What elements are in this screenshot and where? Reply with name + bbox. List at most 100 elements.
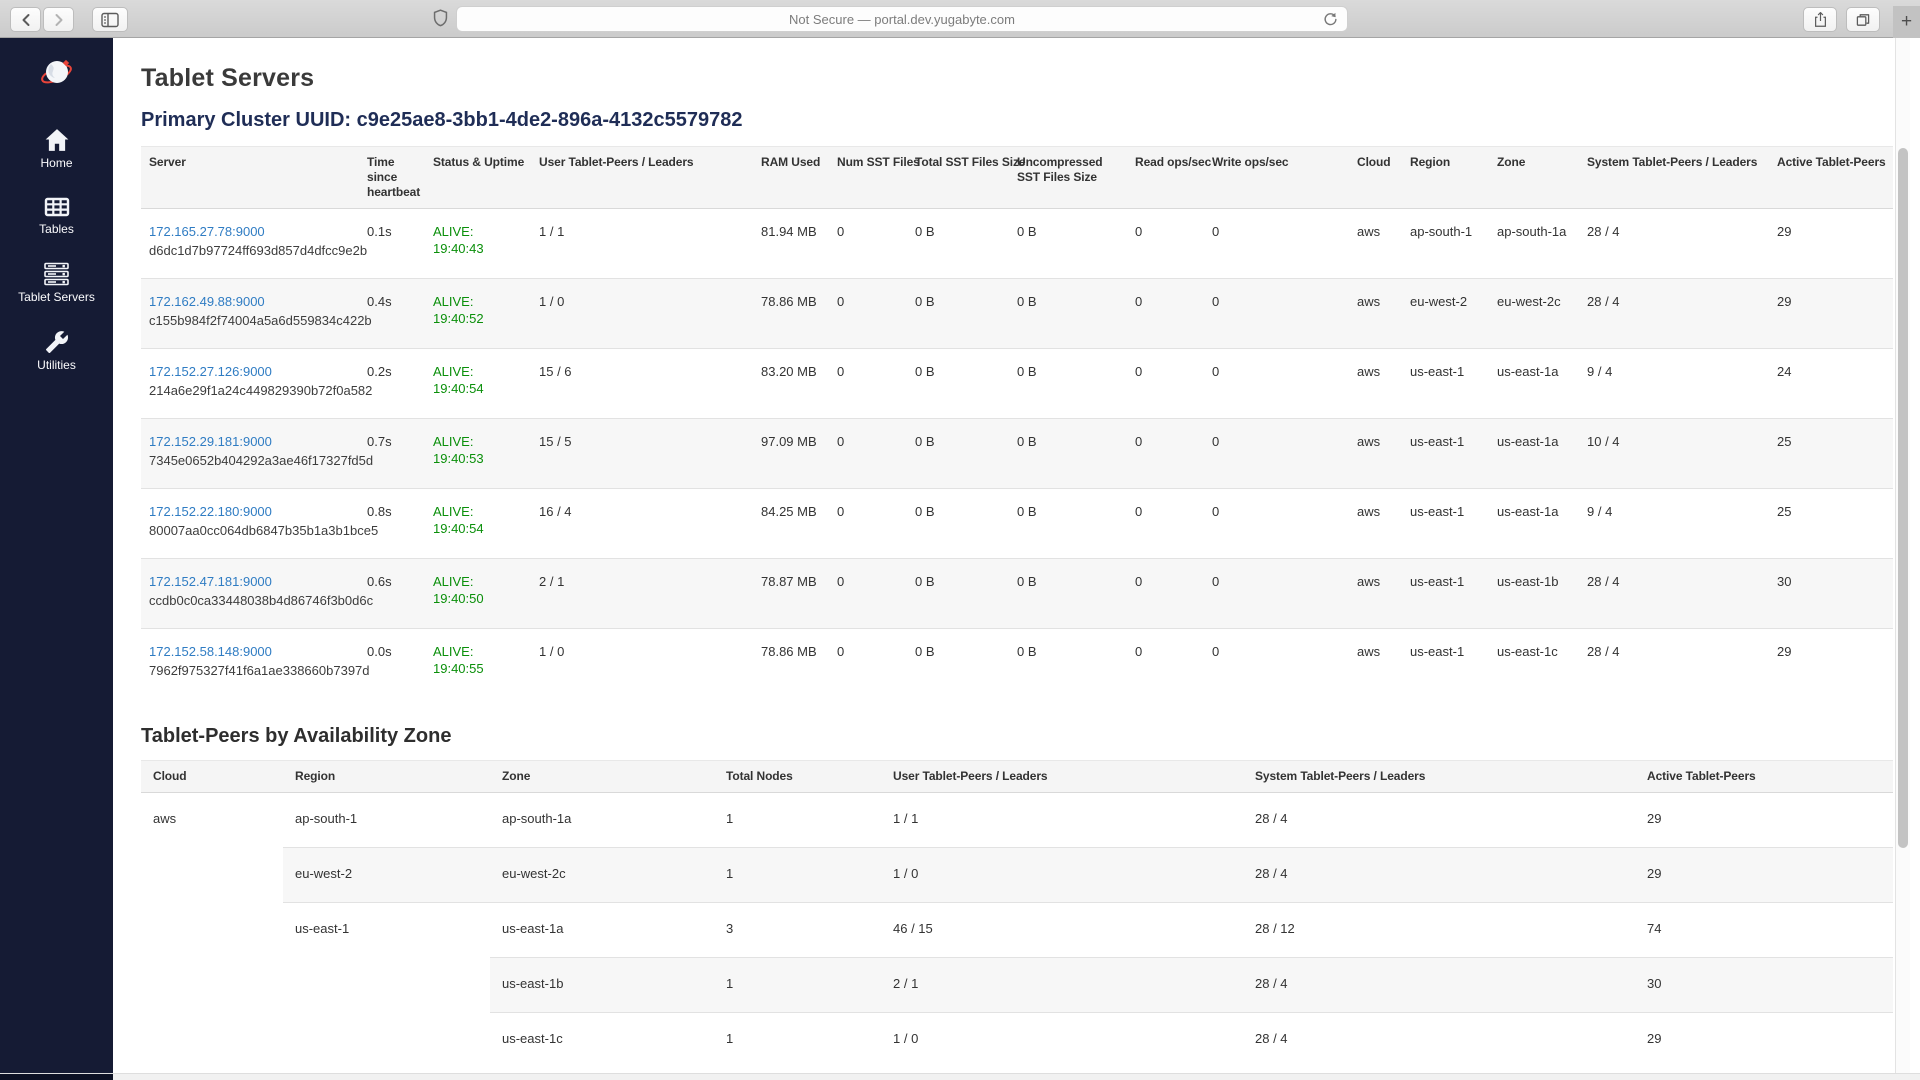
server-link[interactable]: 172.152.29.181:9000: [149, 434, 272, 449]
cluster-uuid-heading: Primary Cluster UUID: c9e25ae8-3bb1-4de2…: [141, 109, 1920, 132]
cell-num-sst: 0: [829, 349, 907, 419]
server-row: 172.152.47.181:9000 ccdb0c0ca33448038b4d8…: [141, 559, 1893, 629]
server-link[interactable]: 172.162.49.88:9000: [149, 294, 265, 309]
browser-toolbar: Not Secure — portal.dev.yugabyte.com +: [0, 0, 1920, 38]
column-header: RAM Used: [753, 147, 829, 209]
cell-zone: us-east-1a: [1489, 349, 1579, 419]
column-header: Cloud: [141, 760, 283, 792]
cell-active-tp: 29: [1635, 847, 1893, 902]
cell-ram: 78.87 MB: [753, 559, 829, 629]
cell-region: us-east-1: [1402, 349, 1489, 419]
server-uuid: ccdb0c0ca33448038b4d86746f3b0d6c: [149, 592, 351, 609]
cell-num-sst: 0: [829, 209, 907, 279]
server-link[interactable]: 172.152.47.181:9000: [149, 574, 272, 589]
server-link[interactable]: 172.152.58.148:9000: [149, 644, 272, 659]
cell-system-tp: 28 / 4: [1579, 209, 1769, 279]
browser-forward-button[interactable]: [43, 7, 74, 32]
cell-region: eu-west-2: [1402, 279, 1489, 349]
cell-uncompressed-sst: 0 B: [1009, 209, 1127, 279]
cell-cloud: aws: [1349, 629, 1402, 699]
cell-zone: us-east-1c: [1489, 629, 1579, 699]
cell-user-tp: 46 / 15: [881, 902, 1243, 957]
cell-total-nodes: 1: [714, 957, 881, 1012]
scrollbar-thumb[interactable]: [1898, 148, 1908, 848]
cell-ram: 81.94 MB: [753, 209, 829, 279]
column-header: System Tablet-Peers / Leaders: [1243, 760, 1635, 792]
server-link[interactable]: 172.165.27.78:9000: [149, 224, 265, 239]
cell-user-tp: 15 / 6: [531, 349, 753, 419]
tablet-servers-icon: [43, 262, 70, 286]
vertical-scrollbar[interactable]: [1895, 38, 1910, 1073]
cell-zone: us-east-1b: [1489, 559, 1579, 629]
cell-write-ops: 0: [1204, 489, 1349, 559]
cell-read-ops: 0: [1127, 419, 1204, 489]
column-header: Region: [283, 760, 490, 792]
cell-zone: eu-west-2c: [1489, 279, 1579, 349]
window-bottom-edge: [0, 1073, 1920, 1080]
column-header: Status & Uptime: [425, 147, 531, 209]
cell-active-tp: 29: [1635, 1012, 1893, 1067]
column-header: Active Tablet-Peers: [1769, 147, 1893, 209]
cell-region: eu-west-2: [283, 847, 490, 902]
cell-server: 172.162.49.88:9000c155b984f2f74004a5a6d5…: [141, 279, 359, 349]
cell-uncompressed-sst: 0 B: [1009, 629, 1127, 699]
address-bar[interactable]: Not Secure — portal.dev.yugabyte.com: [456, 6, 1348, 32]
cell-active-tp: 29: [1769, 209, 1893, 279]
chevron-right-icon: [53, 13, 65, 27]
az-table-header: CloudRegionZoneTotal NodesUser Tablet-Pe…: [141, 760, 1893, 792]
column-header: System Tablet-Peers / Leaders: [1579, 147, 1769, 209]
sidebar-item-tablet-servers[interactable]: Tablet Servers: [0, 262, 113, 304]
sidebar-item-tables[interactable]: Tables: [0, 196, 113, 236]
cell-total-nodes: 1: [714, 847, 881, 902]
browser-back-button[interactable]: [10, 7, 41, 32]
cell-region: us-east-1: [1402, 489, 1489, 559]
column-header: Region: [1402, 147, 1489, 209]
column-header: Num SST Files: [829, 147, 907, 209]
cell-zone: ap-south-1a: [490, 792, 714, 847]
tab-overview-button[interactable]: [1846, 7, 1880, 32]
column-header: Total Nodes: [714, 760, 881, 792]
sidebar-item-home[interactable]: Home: [0, 128, 113, 170]
cell-num-sst: 0: [829, 489, 907, 559]
cell-status: ALIVE: 19:40:54: [425, 349, 531, 419]
server-uuid: 214a6e29f1a24c449829390b72f0a582: [149, 382, 351, 399]
server-row: 172.162.49.88:9000c155b984f2f74004a5a6d5…: [141, 279, 1893, 349]
column-header: Write ops/sec: [1204, 147, 1349, 209]
reload-icon[interactable]: [1322, 11, 1339, 28]
cell-user-tp: 1 / 0: [881, 847, 1243, 902]
cell-system-tp: 28 / 4: [1579, 559, 1769, 629]
tablet-peers-by-az-table: CloudRegionZoneTotal NodesUser Tablet-Pe…: [141, 760, 1893, 1068]
cell-system-tp: 28 / 4: [1579, 279, 1769, 349]
tabs-icon: [1855, 12, 1871, 28]
cell-system-tp: 9 / 4: [1579, 489, 1769, 559]
cell-user-tp: 2 / 1: [531, 559, 753, 629]
server-link[interactable]: 172.152.27.126:9000: [149, 364, 272, 379]
cell-active-tp: 29: [1769, 629, 1893, 699]
server-link[interactable]: 172.152.22.180:9000: [149, 504, 272, 519]
cell-zone: us-east-1b: [490, 957, 714, 1012]
cell-region: ap-south-1: [283, 792, 490, 847]
privacy-shield-icon[interactable]: [433, 9, 448, 27]
sidebar-toggle-button[interactable]: [92, 7, 128, 32]
cell-read-ops: 0: [1127, 209, 1204, 279]
cell-active-tp: 24: [1769, 349, 1893, 419]
chevron-left-icon: [20, 13, 32, 27]
new-tab-button[interactable]: +: [1893, 6, 1920, 38]
cell-ram: 83.20 MB: [753, 349, 829, 419]
share-button[interactable]: [1803, 7, 1837, 32]
cell-total-sst: 0 B: [907, 489, 1009, 559]
cell-write-ops: 0: [1204, 349, 1349, 419]
cell-uncompressed-sst: 0 B: [1009, 279, 1127, 349]
cell-num-sst: 0: [829, 279, 907, 349]
cell-cloud: aws: [1349, 279, 1402, 349]
cell-total-sst: 0 B: [907, 629, 1009, 699]
sidebar-item-label: Tables: [39, 222, 74, 236]
column-header: Cloud: [1349, 147, 1402, 209]
server-row: 172.152.29.181:90007345e0652b404292a3ae4…: [141, 419, 1893, 489]
cell-cloud: aws: [1349, 489, 1402, 559]
cell-server: 172.152.22.180:900080007aa0cc064db6847b3…: [141, 489, 359, 559]
address-bar-text: Not Secure — portal.dev.yugabyte.com: [789, 12, 1015, 27]
sidebar-item-utilities[interactable]: Utilities: [0, 330, 113, 372]
page-title: Tablet Servers: [141, 64, 1920, 93]
main-content: Tablet Servers Primary Cluster UUID: c9e…: [113, 38, 1920, 1073]
